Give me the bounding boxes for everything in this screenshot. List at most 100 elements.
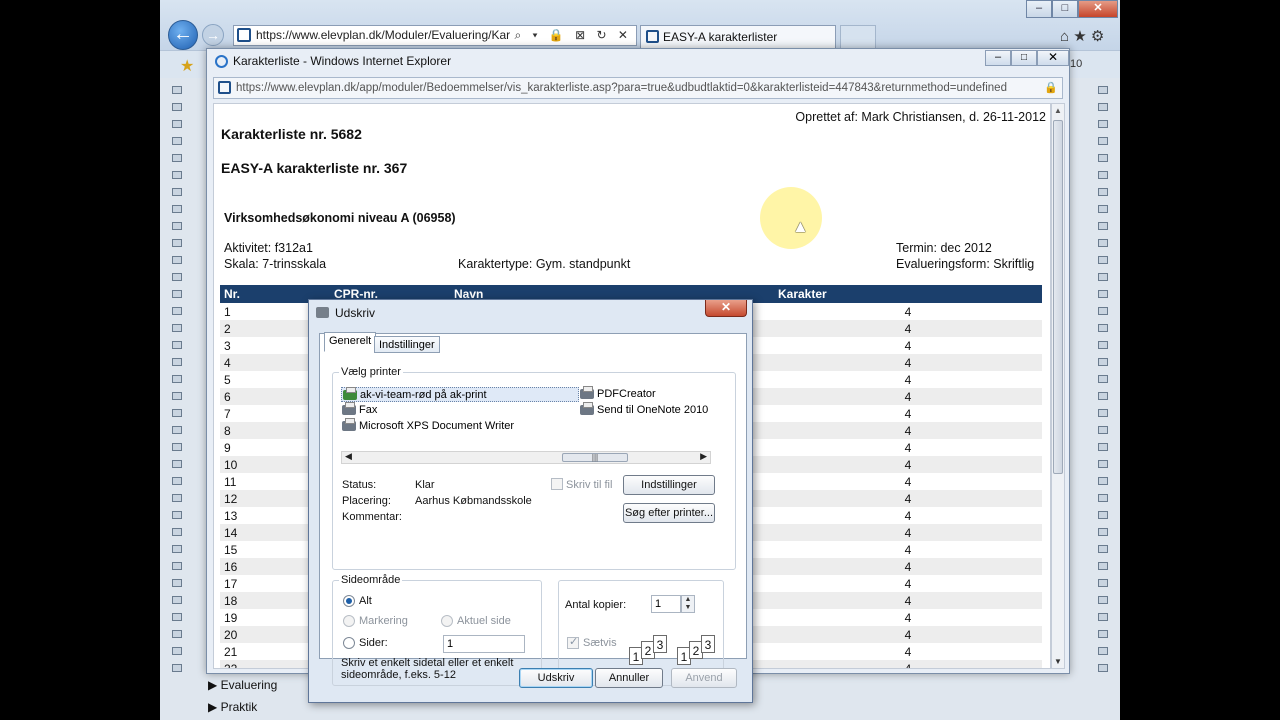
skala: Skala: 7-trinsskala [224,257,327,271]
printer-item-pdfcreator[interactable]: PDFCreator [579,386,656,402]
grade-cell: 4 [904,644,912,659]
maximize-button[interactable]: □ [1052,0,1078,18]
sidemenu-item-evaluering[interactable]: ▶ Evaluering [208,678,277,692]
range-pages-label: Sider: [359,637,388,649]
cancel-button[interactable]: Annuller [595,668,663,688]
range-pages-input[interactable]: 1 [443,635,525,653]
grade-cell: 4 [774,524,1042,541]
minimize-button[interactable]: – [1026,0,1052,18]
gutter-row-marker [172,103,182,111]
placering-label: Placering: [342,495,391,507]
printer-item-selected[interactable]: ak-vi-team-rød på ak-print [341,387,579,402]
forward-button[interactable]: → [202,24,224,46]
printer-item-onenote[interactable]: Send til OneNote 2010 [579,402,709,418]
favorites-star-icon[interactable]: ★ [180,56,194,76]
fax-icon [342,402,356,415]
status-value: Klar [415,479,435,491]
gutter-row-marker [1098,545,1108,553]
outer-address-bar[interactable]: https://www.elevplan.dk/Moduler/Evalueri… [233,25,637,46]
scroll-down-icon[interactable]: ▼ [1054,657,1062,666]
find-printer-button[interactable]: Søg efter printer... [623,503,715,523]
scroll-right-icon[interactable]: ▶ [700,451,707,462]
gutter-row-marker [1098,188,1108,196]
collate-label: Sætvis [583,637,617,649]
printer-list[interactable]: ak-vi-team-rød på ak-print Fax Microsoft… [341,386,713,445]
page-range-label: Sideområde [339,574,403,586]
range-all-radio[interactable] [343,595,355,607]
sidemenu-label: Praktik [220,700,258,714]
gutter-row-marker [172,205,182,213]
popup-close-button[interactable]: ✕ [1037,50,1069,66]
print-button[interactable]: Udskriv [519,668,593,688]
copies-stepper[interactable]: ▲ ▼ [681,595,695,613]
gutter-row-marker [172,409,182,417]
popup-address-bar[interactable]: https://www.elevplan.dk/app/moduler/Bedo… [213,77,1063,99]
gutter-row-marker [1098,222,1108,230]
tab-generelt[interactable]: Generelt [324,332,377,352]
gutter-row-marker [1098,443,1108,451]
collate-checkbox[interactable] [567,635,579,649]
printer-item-xps[interactable]: Microsoft XPS Document Writer [341,418,514,434]
scroll-left-icon[interactable]: ◀ [345,451,352,462]
grade-cell: 4 [904,576,912,591]
scroll-thumb[interactable] [1053,120,1063,474]
dialog-close-button[interactable]: ✕ [705,300,747,317]
tab-indstillinger[interactable]: Indstillinger [374,336,440,353]
printer-name: PDFCreator [597,388,656,400]
new-tab-button[interactable] [840,25,876,48]
grade-cell: 4 [904,610,912,625]
gutter-row-marker [1098,86,1108,94]
range-current-radio[interactable] [441,615,453,627]
printer-list-scrollbar[interactable]: ◀ ||| ▶ [341,451,711,464]
gutter-row-marker [1098,426,1108,434]
gutter-row-marker [1098,341,1108,349]
grade-cell: 4 [774,490,1042,507]
popup-maximize-button[interactable]: □ [1011,50,1037,66]
grade-cell: 4 [904,508,912,523]
grade-cell: 4 [774,660,1042,668]
close-button[interactable]: ✕ [1078,0,1118,18]
gutter-row-marker [172,154,182,162]
gutter-row-marker [1098,239,1108,247]
gutter-row-marker [1098,528,1108,536]
scroll-up-icon[interactable]: ▲ [1054,106,1062,115]
gutter-row-marker [172,460,182,468]
gutter-row-marker [172,494,182,502]
tab-label: EASY-A karakterlister [663,30,778,44]
course-title: Virksomhedsøkonomi niveau A (06958) [224,211,456,225]
printer-item-fax[interactable]: Fax [341,402,377,418]
status-label: Status: [342,479,377,491]
scroll-thumb[interactable]: ||| [562,453,628,462]
gutter-row-marker [1098,494,1108,502]
address-tools-icons[interactable]: ⌕ ▾ 🔒 ⊠ ↻ ✕ [510,26,632,45]
tab-easy-a-karakterlister[interactable]: EASY-A karakterlister [640,25,836,48]
home-favorites-tools-icons[interactable]: ⌂ ★ ⚙ [1060,27,1104,45]
gutter-row-marker [172,358,182,366]
back-button[interactable]: ← [168,20,198,50]
gutter-row-marker [1098,392,1108,400]
settings-button[interactable]: Indstillinger [623,475,715,495]
range-pages-radio[interactable] [343,637,355,649]
printer-name: ak-vi-team-rød på ak-print [360,389,487,401]
sidemenu-item-praktik[interactable]: ▶ Praktik [208,700,257,714]
general-tab-content: Vælg printer ak-vi-team-rød på ak-print … [332,362,736,686]
mouse-cursor-icon: ▲ [792,217,809,236]
gutter-row-marker [172,443,182,451]
copies-input[interactable]: 1 [651,595,681,613]
range-selection-radio[interactable] [343,615,355,627]
grade-cell: 4 [774,320,1042,337]
grade-cell: 4 [904,372,912,387]
grade-cell: 4 [774,558,1042,575]
page-scrollbar[interactable]: ▲ ▼ [1051,103,1065,669]
printer-name: Send til OneNote 2010 [597,404,709,416]
print-to-file-checkbox[interactable] [551,478,563,490]
apply-button[interactable]: Anvend [671,668,737,688]
dialog-title: Udskriv [335,306,376,320]
gutter-row-marker [1098,154,1108,162]
gutter-row-marker [172,120,182,128]
sidemenu-label: Evaluering [220,678,278,692]
grade-cell: 4 [774,626,1042,643]
gutter-row-marker [1098,579,1108,587]
grade-cell: 4 [774,456,1042,473]
popup-minimize-button[interactable]: – [985,50,1011,66]
